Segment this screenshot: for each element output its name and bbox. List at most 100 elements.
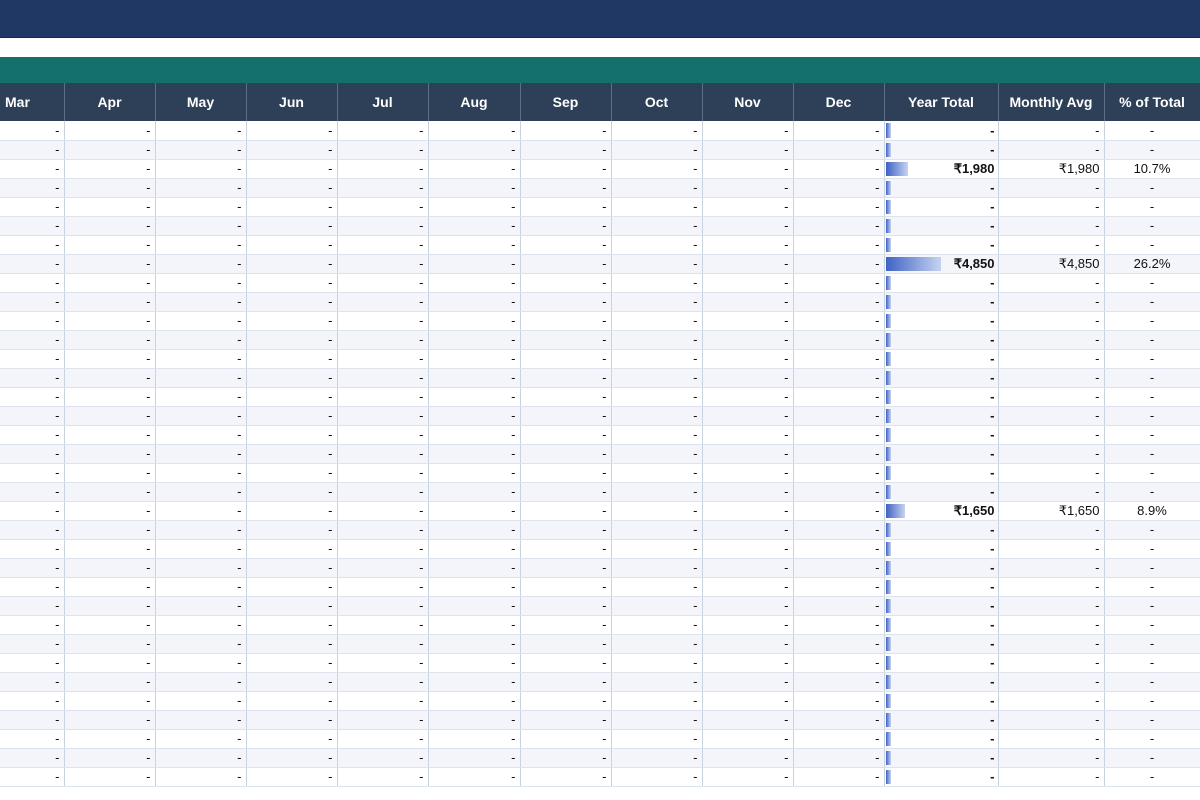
cell-pct-of-total[interactable]: - [1104,197,1200,217]
cell-apr[interactable]: - [64,254,156,274]
cell-year-total[interactable]: - [884,672,999,692]
cell-monthly-avg[interactable]: - [998,748,1105,768]
cell-nov[interactable]: - [702,615,794,635]
cell-jun[interactable]: - [246,387,338,407]
cell-dec[interactable]: - [793,235,885,255]
cell-aug[interactable]: - [428,425,521,445]
cell-sep[interactable]: - [520,748,612,768]
cell-jul[interactable]: - [337,444,429,464]
cell-mar[interactable]: - [0,729,65,749]
cell-dec[interactable]: - [793,672,885,692]
cell-jun[interactable]: - [246,539,338,559]
cell-mar[interactable]: - [0,463,65,483]
cell-mar[interactable]: - [0,482,65,502]
cell-monthly-avg[interactable]: - [998,444,1105,464]
cell-aug[interactable]: - [428,729,521,749]
cell-pct-of-total[interactable]: - [1104,444,1200,464]
cell-year-total[interactable]: - [884,406,999,426]
cell-mar[interactable]: - [0,558,65,578]
cell-sep[interactable]: - [520,121,612,141]
cell-mar[interactable]: - [0,159,65,179]
cell-apr[interactable]: - [64,292,156,312]
cell-dec[interactable]: - [793,482,885,502]
col-header-aug[interactable]: Aug [428,83,521,121]
cell-jul[interactable]: - [337,178,429,198]
cell-pct-of-total[interactable]: - [1104,482,1200,502]
cell-mar[interactable]: - [0,577,65,597]
cell-monthly-avg[interactable]: - [998,330,1105,350]
cell-oct[interactable]: - [611,634,703,654]
cell-mar[interactable]: - [0,710,65,730]
cell-year-total[interactable]: - [884,235,999,255]
cell-oct[interactable]: - [611,292,703,312]
cell-mar[interactable]: - [0,330,65,350]
cell-monthly-avg[interactable]: - [998,558,1105,578]
cell-pct-of-total[interactable]: - [1104,577,1200,597]
cell-jun[interactable]: - [246,520,338,540]
cell-mar[interactable]: - [0,368,65,388]
cell-jun[interactable]: - [246,330,338,350]
cell-jul[interactable]: - [337,368,429,388]
cell-pct-of-total[interactable]: - [1104,767,1200,787]
cell-aug[interactable]: - [428,767,521,787]
cell-pct-of-total[interactable]: - [1104,349,1200,369]
cell-aug[interactable]: - [428,387,521,407]
cell-oct[interactable]: - [611,368,703,388]
cell-apr[interactable]: - [64,615,156,635]
cell-jul[interactable]: - [337,140,429,160]
cell-jul[interactable]: - [337,387,429,407]
cell-year-total[interactable]: - [884,425,999,445]
cell-year-total[interactable]: ₹1,980 [884,159,999,179]
cell-year-total[interactable]: - [884,520,999,540]
cell-monthly-avg[interactable]: ₹4,850 [998,254,1105,274]
cell-jun[interactable]: - [246,368,338,388]
col-header-dec[interactable]: Dec [793,83,885,121]
cell-aug[interactable]: - [428,520,521,540]
cell-dec[interactable]: - [793,558,885,578]
cell-year-total[interactable]: - [884,767,999,787]
cell-jun[interactable]: - [246,216,338,236]
col-header-year-total[interactable]: Year Total [884,83,999,121]
cell-may[interactable]: - [155,615,247,635]
cell-jun[interactable]: - [246,634,338,654]
col-header-jun[interactable]: Jun [246,83,338,121]
cell-monthly-avg[interactable]: - [998,615,1105,635]
cell-jul[interactable]: - [337,558,429,578]
cell-jul[interactable]: - [337,425,429,445]
cell-sep[interactable]: - [520,596,612,616]
cell-nov[interactable]: - [702,292,794,312]
cell-may[interactable]: - [155,577,247,597]
cell-nov[interactable]: - [702,767,794,787]
cell-sep[interactable]: - [520,235,612,255]
cell-dec[interactable]: - [793,311,885,331]
cell-apr[interactable]: - [64,311,156,331]
cell-apr[interactable]: - [64,691,156,711]
cell-oct[interactable]: - [611,729,703,749]
cell-sep[interactable]: - [520,178,612,198]
cell-nov[interactable]: - [702,311,794,331]
cell-jul[interactable]: - [337,748,429,768]
cell-oct[interactable]: - [611,349,703,369]
cell-sep[interactable]: - [520,691,612,711]
cell-pct-of-total[interactable]: - [1104,311,1200,331]
cell-mar[interactable]: - [0,539,65,559]
cell-dec[interactable]: - [793,349,885,369]
cell-may[interactable]: - [155,710,247,730]
cell-sep[interactable]: - [520,653,612,673]
cell-aug[interactable]: - [428,577,521,597]
cell-aug[interactable]: - [428,140,521,160]
cell-year-total[interactable]: - [884,387,999,407]
cell-may[interactable]: - [155,767,247,787]
cell-oct[interactable]: - [611,444,703,464]
cell-year-total[interactable]: - [884,691,999,711]
cell-apr[interactable]: - [64,387,156,407]
cell-monthly-avg[interactable]: - [998,406,1105,426]
cell-aug[interactable]: - [428,368,521,388]
cell-may[interactable]: - [155,634,247,654]
cell-pct-of-total[interactable]: - [1104,672,1200,692]
cell-jul[interactable]: - [337,501,429,521]
cell-mar[interactable]: - [0,691,65,711]
cell-pct-of-total[interactable]: - [1104,273,1200,293]
cell-apr[interactable]: - [64,425,156,445]
cell-monthly-avg[interactable]: - [998,368,1105,388]
